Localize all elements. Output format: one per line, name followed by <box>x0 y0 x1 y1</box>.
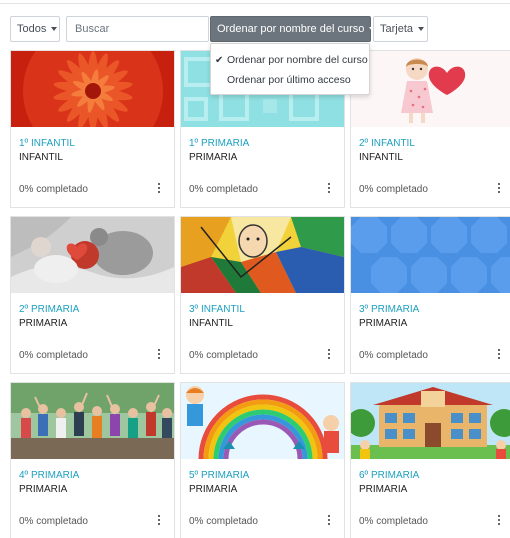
sort-dropdown[interactable]: Ordenar por nombre del curso <box>210 16 376 42</box>
course-name: PRIMARIA <box>359 318 408 329</box>
kebab-dot <box>157 182 161 186</box>
course-progress: 0% completado <box>359 184 428 195</box>
sort-menu-item-label: Ordenar por último acceso <box>227 74 351 86</box>
kebab-dot <box>497 182 501 186</box>
kebab-dot <box>327 348 331 352</box>
course-category-link[interactable]: 1º PRIMARIA <box>189 138 249 149</box>
course-image-red-flower[interactable] <box>11 51 174 127</box>
course-progress: 0% completado <box>19 516 88 527</box>
course-category-link[interactable]: 2º INFANTIL <box>359 138 415 149</box>
course-progress: 0% completado <box>189 350 258 361</box>
sort-menu-item-last-access[interactable]: Ordenar por último acceso <box>211 70 369 90</box>
course-actions-menu-button[interactable] <box>493 181 505 195</box>
header-divider <box>0 3 510 4</box>
kebab-dot <box>497 518 501 522</box>
course-name: INFANTIL <box>19 152 63 163</box>
sort-dropdown-label: Ordenar por nombre del curso <box>217 23 365 35</box>
kebab-dot <box>327 522 331 526</box>
course-category-link[interactable]: 6º PRIMARIA <box>359 470 419 481</box>
chevron-down-icon <box>418 27 425 31</box>
course-card[interactable]: 2º PRIMARIA PRIMARIA 0% completado <box>10 216 175 374</box>
course-actions-menu-button[interactable] <box>153 181 165 195</box>
course-progress: 0% completado <box>189 184 258 195</box>
view-mode-dropdown[interactable]: Tarjeta <box>373 16 428 42</box>
kebab-dot <box>157 356 161 360</box>
course-name: PRIMARIA <box>19 318 68 329</box>
course-name: INFANTIL <box>359 152 403 163</box>
kebab-dot <box>157 518 161 522</box>
course-category-link[interactable]: 2º PRIMARIA <box>19 304 79 315</box>
course-actions-menu-button[interactable] <box>493 513 505 527</box>
kebab-dot <box>327 356 331 360</box>
course-image-girl-with-heart[interactable] <box>351 51 510 127</box>
sort-menu-item-label: Ordenar por nombre del curso <box>227 54 368 66</box>
course-progress: 0% completado <box>189 516 258 527</box>
chevron-down-icon <box>51 27 58 31</box>
kebab-dot <box>327 514 331 518</box>
grouping-filter-dropdown[interactable]: Todos <box>10 16 60 42</box>
kebab-dot <box>497 352 501 356</box>
course-card[interactable]: 1º INFANTIL INFANTIL 0% completado <box>10 50 175 208</box>
kebab-dot <box>497 348 501 352</box>
course-actions-menu-button[interactable] <box>323 347 335 361</box>
sort-menu: ✔ Ordenar por nombre del curso Ordenar p… <box>210 43 370 95</box>
course-card[interactable]: 6º PRIMARIA PRIMARIA 0% completado <box>350 382 510 538</box>
course-actions-menu-button[interactable] <box>153 513 165 527</box>
kebab-dot <box>497 522 501 526</box>
course-progress: 0% completado <box>359 516 428 527</box>
sort-menu-item-course-name[interactable]: ✔ Ordenar por nombre del curso <box>211 50 369 70</box>
course-category-link[interactable]: 3º INFANTIL <box>189 304 245 315</box>
check-icon: ✔ <box>215 54 224 66</box>
course-actions-menu-button[interactable] <box>153 347 165 361</box>
kebab-dot <box>327 518 331 522</box>
kebab-dot <box>157 352 161 356</box>
course-card[interactable]: 5º PRIMARIA PRIMARIA 0% completado <box>180 382 345 538</box>
kebab-dot <box>157 522 161 526</box>
course-card[interactable]: 4º PRIMARIA PRIMARIA 0% completado <box>10 382 175 538</box>
kebab-dot <box>327 182 331 186</box>
course-name: PRIMARIA <box>19 484 68 495</box>
course-actions-menu-button[interactable] <box>323 513 335 527</box>
course-name: INFANTIL <box>189 318 233 329</box>
view-mode-label: Tarjeta <box>380 23 414 35</box>
course-progress: 0% completado <box>19 350 88 361</box>
search-input[interactable] <box>66 16 209 42</box>
course-category-link[interactable]: 1º INFANTIL <box>19 138 75 149</box>
course-image-group-photo-outdoors[interactable] <box>11 383 174 459</box>
kebab-dot <box>497 186 501 190</box>
kebab-dot <box>157 348 161 352</box>
course-name: PRIMARIA <box>359 484 408 495</box>
course-name: PRIMARIA <box>189 152 238 163</box>
course-image-cubist-painting[interactable] <box>181 217 344 293</box>
course-progress: 0% completado <box>19 184 88 195</box>
course-actions-menu-button[interactable] <box>493 347 505 361</box>
kebab-dot <box>327 352 331 356</box>
grouping-filter-label: Todos <box>17 23 47 35</box>
course-actions-menu-button[interactable] <box>323 181 335 195</box>
kebab-dot <box>497 190 501 194</box>
kebab-dot <box>497 356 501 360</box>
kebab-dot <box>157 186 161 190</box>
course-image-blue-octagon-pattern[interactable] <box>351 217 510 293</box>
course-card[interactable]: 2º INFANTIL INFANTIL 0% completado <box>350 50 510 208</box>
course-category-link[interactable]: 4º PRIMARIA <box>19 470 79 481</box>
course-image-baby-with-teddy[interactable] <box>11 217 174 293</box>
course-card[interactable]: 3º INFANTIL INFANTIL 0% completado <box>180 216 345 374</box>
kebab-dot <box>327 190 331 194</box>
course-image-school-building[interactable] <box>351 383 510 459</box>
course-category-link[interactable]: 3º PRIMARIA <box>359 304 419 315</box>
course-progress: 0% completado <box>359 350 428 361</box>
course-name: PRIMARIA <box>189 484 238 495</box>
kebab-dot <box>327 186 331 190</box>
kebab-dot <box>497 514 501 518</box>
kebab-dot <box>157 514 161 518</box>
course-card[interactable]: 3º PRIMARIA PRIMARIA 0% completado <box>350 216 510 374</box>
course-category-link[interactable]: 5º PRIMARIA <box>189 470 249 481</box>
course-image-kids-under-rainbow[interactable] <box>181 383 344 459</box>
kebab-dot <box>157 190 161 194</box>
